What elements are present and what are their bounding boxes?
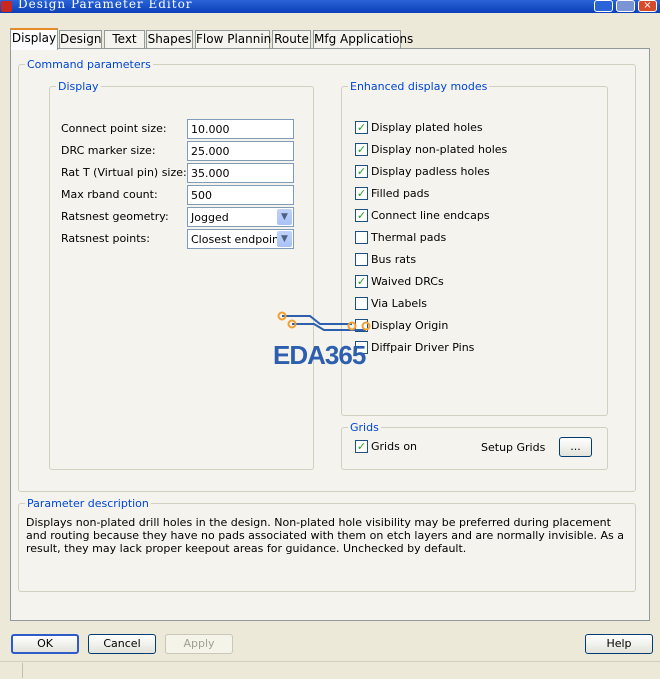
tab-display[interactable]: Display (10, 28, 58, 50)
tab-mfg-applications[interactable]: Mfg Applications (313, 30, 413, 49)
checkmark-icon[interactable]: ✓ (355, 165, 368, 178)
display-group-title: Display (58, 80, 99, 93)
ratsnest-geometry-label: Ratsnest geometry: (61, 210, 169, 223)
chevron-down-icon[interactable]: ▼ (277, 209, 292, 225)
checkbox-empty-icon[interactable] (355, 231, 368, 244)
window-title: Design Parameter Editor (18, 0, 193, 11)
chevron-down-icon[interactable]: ▼ (277, 231, 292, 247)
checkbox-empty-icon[interactable] (355, 253, 368, 266)
max-rband-count-label: Max rband count: (61, 188, 158, 201)
tab-shapes[interactable]: Shapes (146, 30, 193, 49)
title-bar: Design Parameter Editor × (0, 0, 660, 13)
tab-route[interactable]: Route (272, 30, 311, 49)
parameter-description-title: Parameter description (27, 497, 149, 510)
tab-flow-planning[interactable]: Flow Planning (195, 30, 279, 49)
maximize-button[interactable] (616, 0, 635, 12)
ratsnest-points-label: Ratsnest points: (61, 232, 150, 245)
tab-design[interactable]: Design (59, 30, 102, 49)
ratsnest-geometry-select[interactable]: Jogged ▼ (187, 207, 294, 227)
apply-button[interactable]: Apply (165, 634, 233, 654)
checkbox-empty-icon[interactable] (355, 297, 368, 310)
rat-t-size-label: Rat T (Virtual pin) size: (61, 166, 187, 179)
setup-grids-label: Setup Grids (481, 441, 546, 454)
eda365-logo-text: EDA365 (273, 340, 366, 370)
help-button[interactable]: Help (585, 634, 653, 654)
ratsnest-points-value: Closest endpoint (191, 233, 284, 246)
parameter-description-text: Displays non-plated drill holes in the d… (26, 516, 624, 555)
command-parameters-title: Command parameters (27, 58, 151, 71)
rat-t-size-input[interactable] (187, 163, 294, 183)
connect-point-size-input[interactable] (187, 119, 294, 139)
app-icon (1, 1, 12, 12)
status-bar (0, 661, 660, 679)
checkmark-icon[interactable]: ✓ (355, 209, 368, 222)
tab-text[interactable]: Text (104, 30, 145, 49)
connect-point-size-label: Connect point size: (61, 122, 167, 135)
checkmark-icon[interactable]: ✓ (355, 121, 368, 134)
checkmark-icon[interactable]: ✓ (355, 143, 368, 156)
checkmark-icon[interactable]: ✓ (355, 275, 368, 288)
grids-group-title: Grids (350, 421, 379, 434)
checkmark-icon[interactable]: ✓ (355, 440, 368, 453)
drc-marker-size-label: DRC marker size: (61, 144, 156, 157)
ratsnest-points-select[interactable]: Closest endpoint ▼ (187, 229, 294, 249)
drc-marker-size-input[interactable] (187, 141, 294, 161)
checkmark-icon[interactable]: ✓ (355, 187, 368, 200)
enhanced-display-modes-title: Enhanced display modes (350, 80, 488, 93)
max-rband-count-input[interactable] (187, 185, 294, 205)
close-button[interactable]: × (638, 0, 657, 12)
ratsnest-geometry-value: Jogged (191, 211, 229, 224)
cancel-button[interactable]: Cancel (88, 634, 156, 654)
setup-grids-button[interactable]: ... (559, 437, 592, 457)
status-separator (22, 663, 23, 678)
eda365-logo: EDA365 (272, 310, 386, 370)
minimize-button[interactable] (594, 0, 613, 12)
ok-button[interactable]: OK (11, 634, 79, 654)
